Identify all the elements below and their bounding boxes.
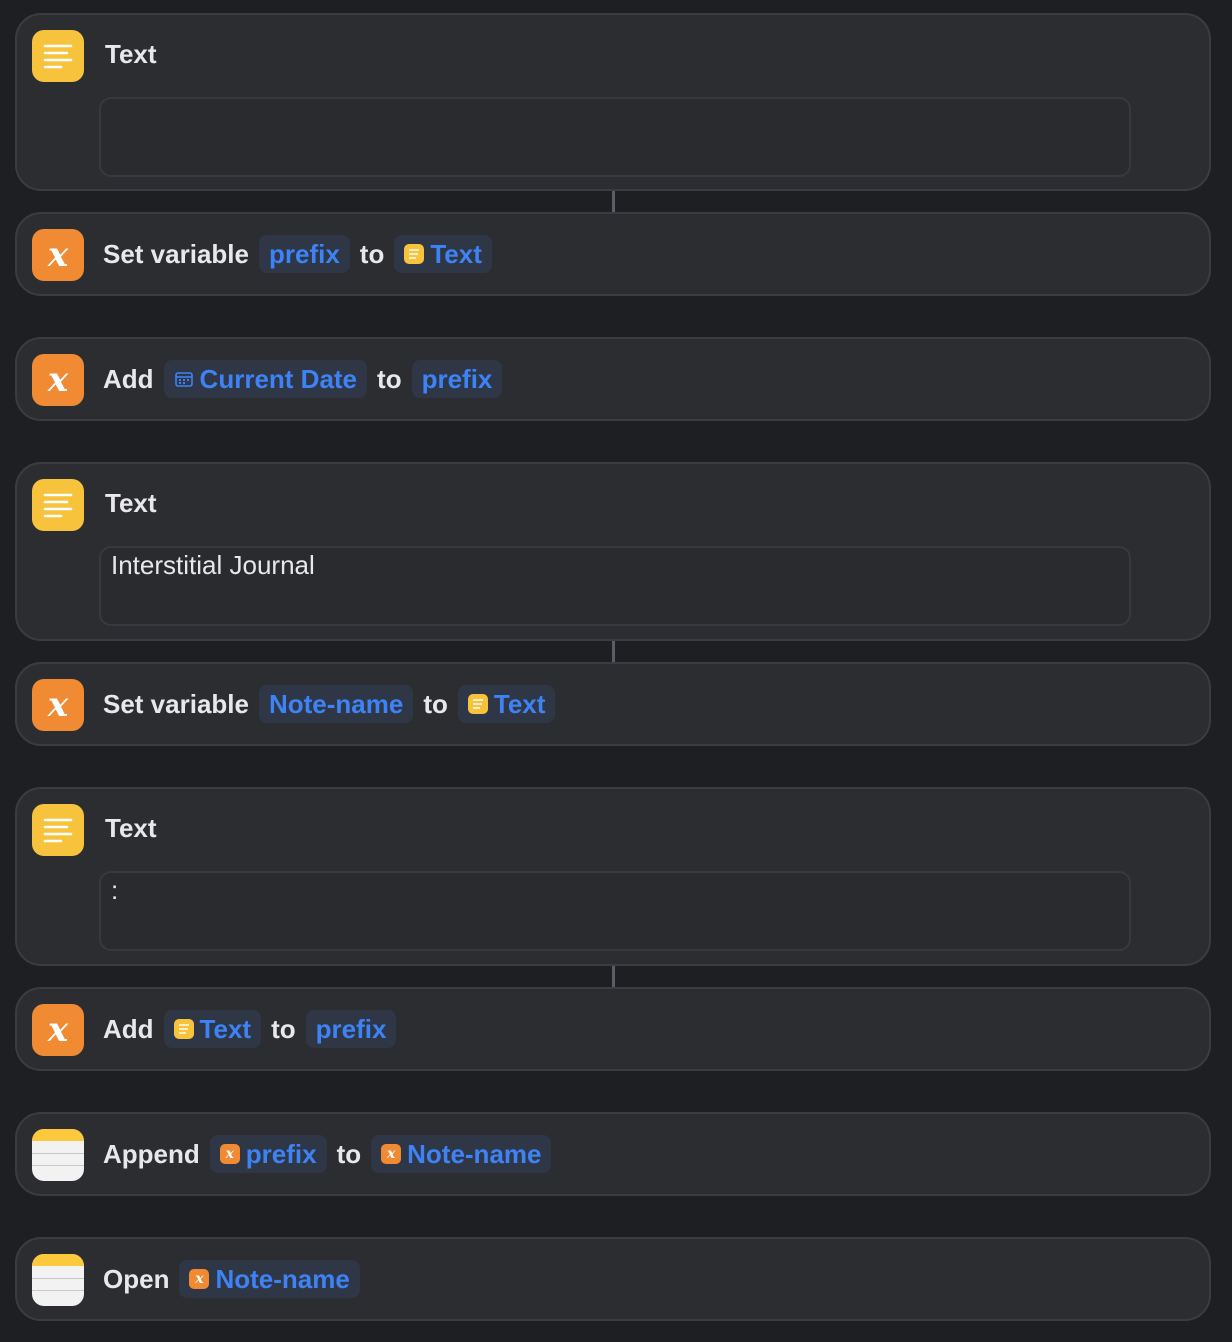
action-label: Set variable: [103, 238, 249, 269]
action-title: Text: [105, 813, 157, 843]
connector-word: to: [377, 363, 402, 394]
text-lines-icon: [404, 244, 425, 264]
text-content-field[interactable]: [99, 97, 1131, 177]
variable-token[interactable]: Note-name: [258, 685, 414, 723]
input-token[interactable]: Text: [457, 685, 556, 723]
input-token[interactable]: x prefix: [209, 1135, 327, 1173]
action-title: Text: [105, 488, 157, 518]
action-label: Append: [103, 1138, 200, 1169]
connector-line: [612, 641, 615, 662]
variable-x-icon: x: [219, 1144, 240, 1164]
variable-x-icon: x: [381, 1144, 402, 1164]
connector-word: to: [423, 688, 448, 719]
action-label: Set variable: [103, 688, 249, 719]
variable-token[interactable]: prefix: [411, 360, 503, 398]
open-note-action-card[interactable]: Open x Note-name: [15, 1237, 1211, 1321]
variable-x-icon: x: [32, 679, 84, 731]
set-variable-action-card[interactable]: x Set variable Note-name to Text: [15, 662, 1211, 746]
connector-word: to: [336, 1138, 362, 1169]
append-to-note-action-card[interactable]: Append x prefix to x Note-name: [15, 1112, 1211, 1196]
variable-x-icon: x: [32, 354, 84, 406]
action-label: Add: [103, 363, 154, 394]
add-to-variable-action-card[interactable]: x Add Current Date to prefix: [15, 337, 1211, 421]
action-title: Text: [105, 39, 157, 69]
action-label: Open: [103, 1263, 170, 1294]
variable-x-icon: x: [189, 1269, 210, 1289]
text-action-card[interactable]: Text: [15, 13, 1211, 191]
connector-word: to: [359, 238, 385, 269]
text-content-field[interactable]: Interstitial Journal: [99, 546, 1131, 626]
calendar-icon: [174, 369, 194, 389]
variable-token[interactable]: prefix: [258, 235, 350, 273]
text-lines-icon: [32, 479, 84, 531]
note-token[interactable]: x Note-name: [371, 1135, 552, 1173]
text-lines-icon: [32, 804, 84, 856]
note-token[interactable]: x Note-name: [179, 1260, 360, 1298]
connector-word: to: [271, 1013, 296, 1044]
connector-line: [612, 191, 615, 212]
text-action-card[interactable]: Text Interstitial Journal: [15, 462, 1211, 641]
notes-app-icon: [32, 1129, 84, 1181]
text-lines-icon: [32, 30, 84, 82]
connector-line: [612, 966, 615, 987]
notes-app-icon: [32, 1254, 84, 1306]
input-token[interactable]: Text: [394, 235, 492, 273]
input-token[interactable]: Current Date: [163, 360, 368, 398]
input-token[interactable]: Text: [163, 1010, 262, 1048]
variable-token[interactable]: prefix: [305, 1010, 397, 1048]
text-lines-icon: [173, 1019, 194, 1039]
action-label: Add: [103, 1013, 154, 1044]
text-content-field[interactable]: :: [99, 871, 1131, 951]
add-to-variable-action-card[interactable]: x Add Text to prefix: [15, 987, 1211, 1071]
text-lines-icon: [467, 694, 488, 714]
variable-x-icon: x: [32, 229, 84, 281]
text-action-card[interactable]: Text :: [15, 787, 1211, 966]
variable-x-icon: x: [32, 1004, 84, 1056]
set-variable-action-card[interactable]: x Set variable prefix to Text: [15, 212, 1211, 296]
